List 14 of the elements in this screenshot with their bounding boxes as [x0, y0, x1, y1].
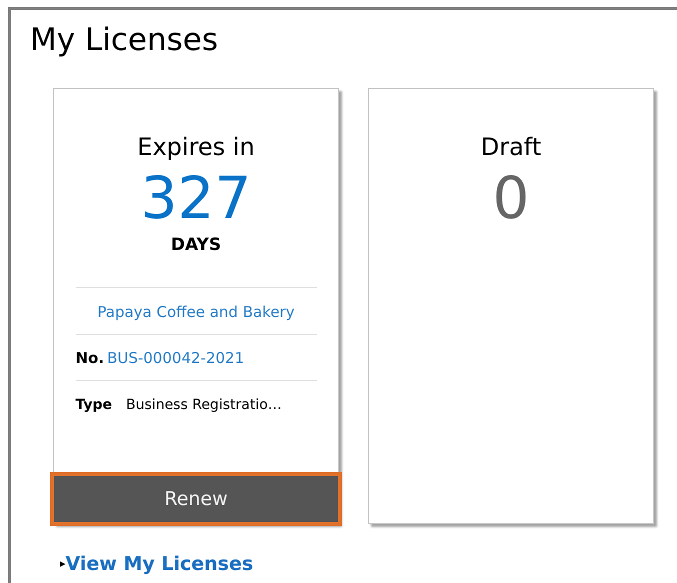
- card-heading: Expires in: [137, 132, 255, 163]
- license-number-link[interactable]: BUS-000042-2021: [107, 347, 244, 369]
- view-licenses-link[interactable]: View My Licenses: [66, 550, 254, 578]
- type-value: Business Registratio…: [126, 396, 282, 415]
- count-value: 0: [492, 165, 530, 231]
- number-label: No.: [76, 348, 104, 369]
- card-heading: Draft: [480, 132, 542, 163]
- business-link[interactable]: Papaya Coffee and Bakery: [97, 301, 295, 323]
- unit-label: DAYS: [170, 234, 222, 257]
- count-value: 327: [140, 165, 252, 231]
- triangle-icon: ▸: [60, 556, 66, 572]
- type-label: Type: [76, 396, 112, 415]
- page-title: My Licenses: [30, 21, 218, 60]
- renew-button[interactable]: Renew: [54, 476, 338, 522]
